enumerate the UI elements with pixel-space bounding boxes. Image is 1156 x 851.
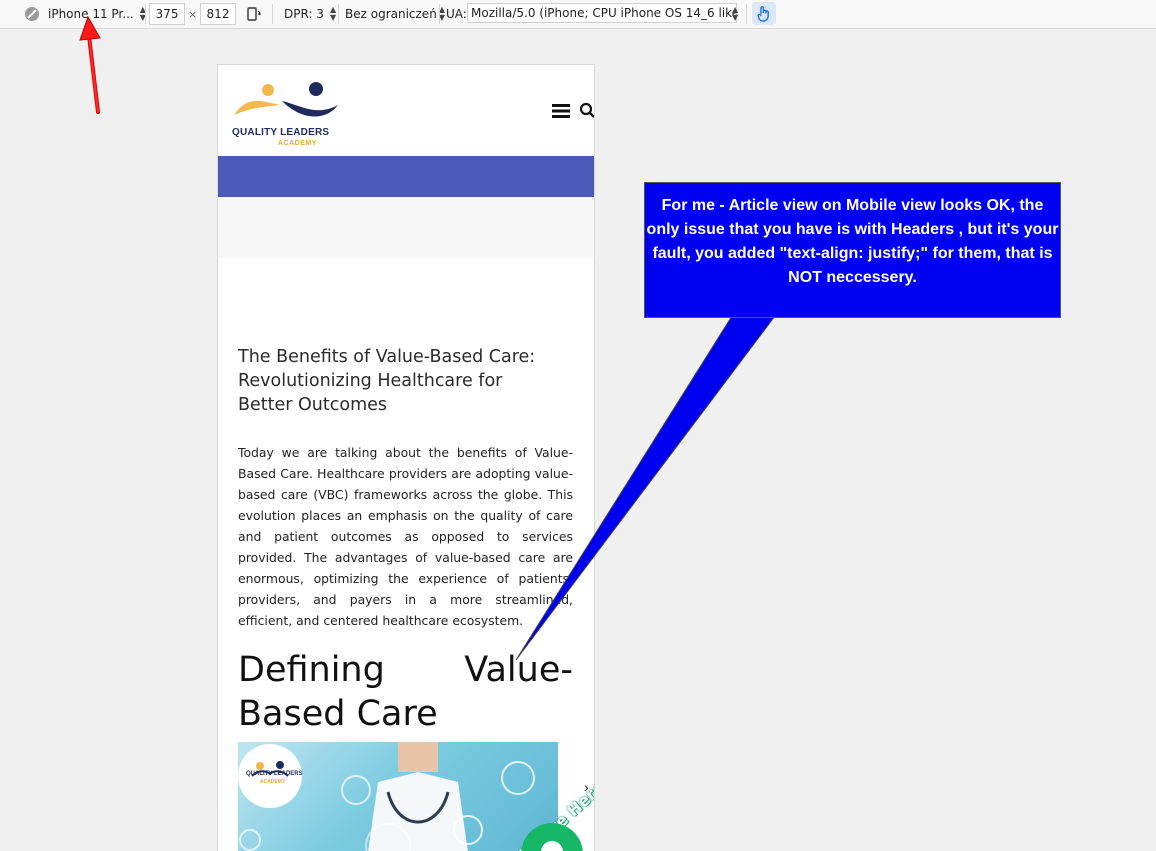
section-heading: Defining Value- Based Care <box>238 648 573 736</box>
heading-word-1: Defining <box>238 650 385 690</box>
search-button[interactable] <box>579 102 594 123</box>
device-toolbar: iPhone 11 Pr... ▲ ▼ 375 × 812 DPR: 3 ▲ ▼ B… <box>0 0 1156 29</box>
heading-word-2: Value- <box>464 650 573 690</box>
hamburger-icon <box>552 104 570 118</box>
throttle-label: Bez ograniczeń <box>345 7 437 21</box>
rotate-icon <box>247 7 261 21</box>
ua-input[interactable]: Mozilla/5.0 (iPhone; CPU iPhone OS 14_6 … <box>467 3 737 23</box>
device-name: iPhone 11 Pr... <box>48 7 134 21</box>
nav-bar <box>218 156 594 197</box>
image-logo-subtext: ACADEMY <box>260 779 286 785</box>
logo-text: QUALITY LEADERS <box>232 127 330 138</box>
times-sign: × <box>188 7 198 21</box>
chat-badge[interactable]: We Are Here <box>493 778 594 851</box>
ua-label: UA: <box>446 7 467 21</box>
logo-mark <box>234 82 338 117</box>
updown-icon: ▲ ▼ <box>329 5 337 22</box>
dpr-label: DPR: 3 <box>284 7 324 21</box>
site-logo[interactable]: QUALITY LEADERS ACADEMY <box>230 79 350 147</box>
search-icon <box>579 102 594 118</box>
logo-subtext: ACADEMY <box>278 140 317 147</box>
device-select[interactable]: iPhone 11 Pr... ▲ ▼ <box>24 0 146 28</box>
article-paragraph: Today we are talking about the benefits … <box>238 445 573 628</box>
no-entry-icon <box>25 7 39 21</box>
touch-toggle[interactable] <box>752 2 776 25</box>
menu-button[interactable] <box>552 103 570 124</box>
red-arrow-icon <box>79 15 101 114</box>
rotate-button[interactable] <box>246 0 262 28</box>
dpr-select[interactable]: DPR: 3 ▲ ▼ <box>284 0 336 28</box>
article-title: The Benefits of Value-Based Care: Revolu… <box>238 347 536 415</box>
page-title-band <box>218 197 594 258</box>
annotation-callout: For me - Article view on Mobile view loo… <box>644 182 1061 318</box>
mobile-viewport: QUALITY LEADERS ACADEMY The Benefits of … <box>217 64 595 851</box>
site-header: QUALITY LEADERS ACADEMY <box>218 65 594 155</box>
image-logo-text: QUALITY LEADERS <box>246 771 303 777</box>
height-input[interactable]: 812 <box>200 3 236 25</box>
updown-icon: ▲ ▼ <box>732 5 739 22</box>
throttle-select[interactable]: Bez ograniczeń ▲ ▼ <box>345 0 445 28</box>
ua-value: Mozilla/5.0 (iPhone; CPU iPhone OS 14_6 … <box>471 6 737 20</box>
width-input[interactable]: 375 <box>149 3 185 25</box>
heading-line-2: Based Care <box>238 694 438 734</box>
touch-hand-icon <box>757 5 769 22</box>
